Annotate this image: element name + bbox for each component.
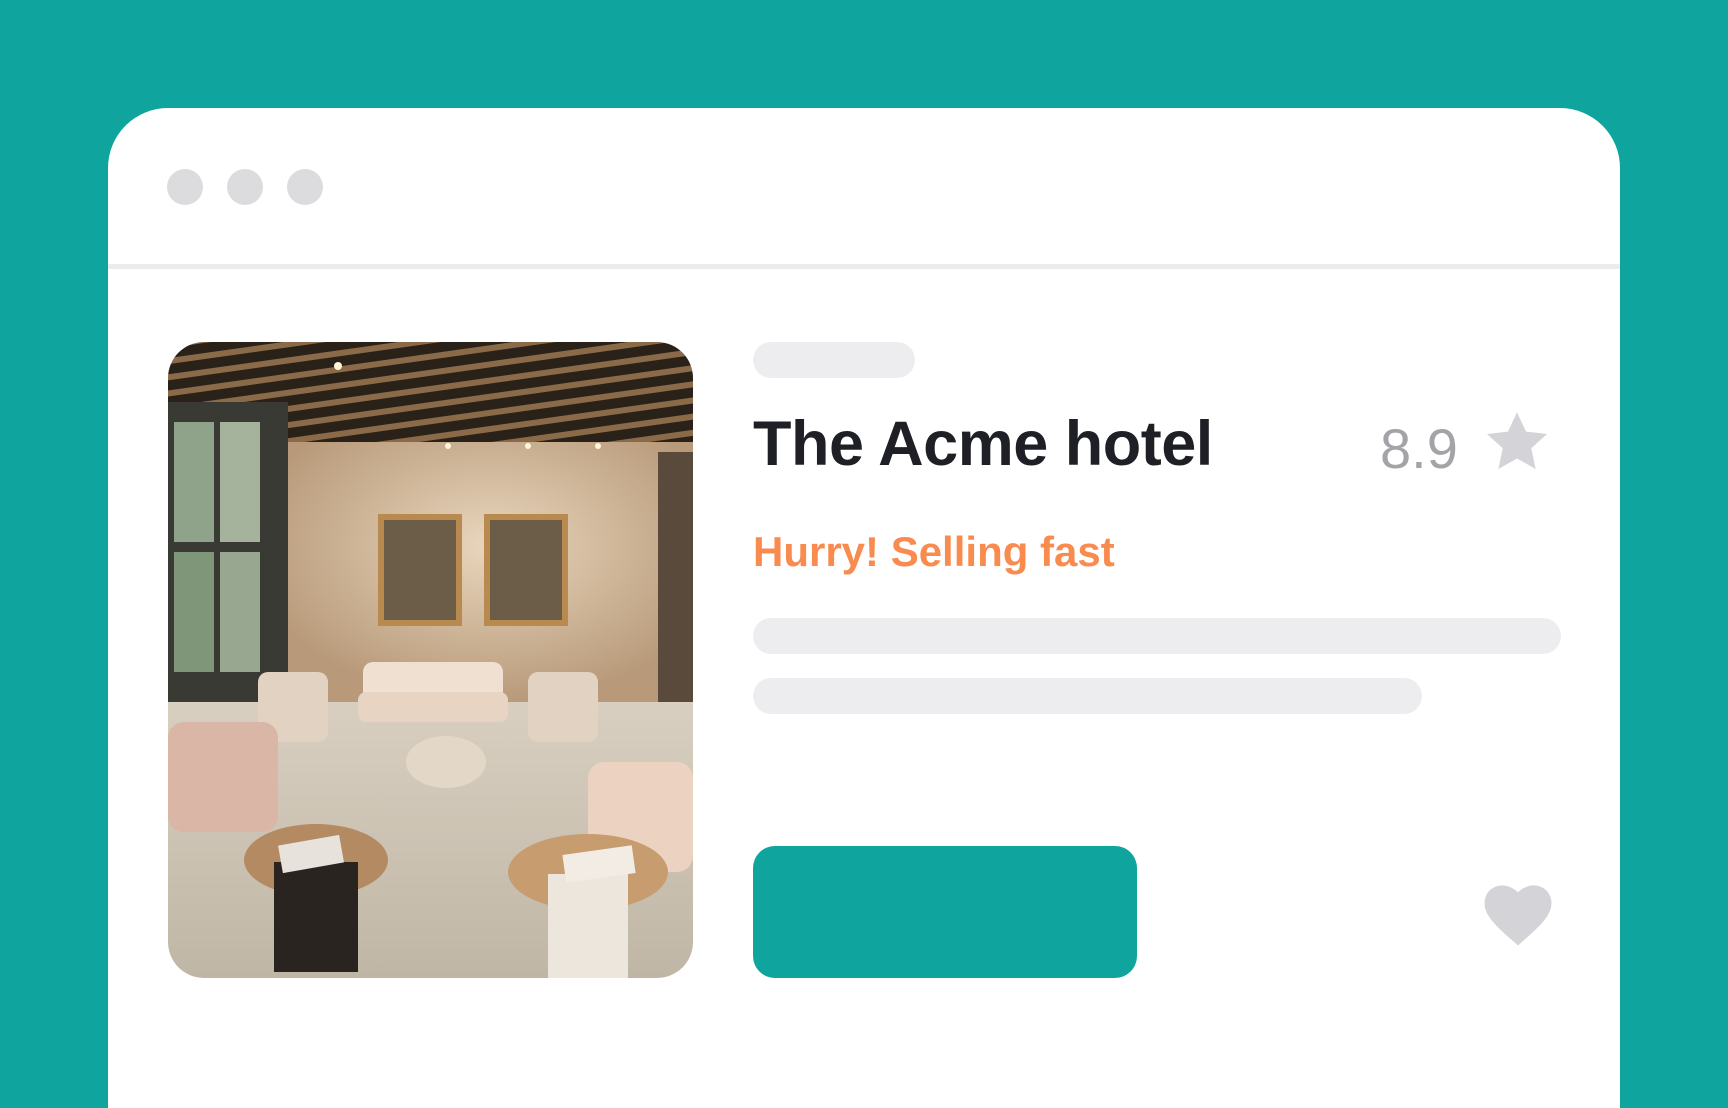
category-placeholder bbox=[753, 342, 915, 378]
heart-icon[interactable] bbox=[1483, 883, 1553, 947]
window-close-dot[interactable] bbox=[167, 169, 203, 205]
window-maximize-dot[interactable] bbox=[287, 169, 323, 205]
urgency-message: Hurry! Selling fast bbox=[753, 528, 1115, 575]
description-placeholder-line bbox=[753, 678, 1422, 714]
book-button[interactable] bbox=[753, 846, 1137, 978]
description-placeholder-line bbox=[753, 618, 1561, 654]
hotel-photo[interactable] bbox=[168, 342, 693, 978]
browser-window: The Acme hotel 8.9 Hurry! Selling fast bbox=[108, 108, 1620, 1108]
hotel-rating: 8.9 bbox=[1380, 417, 1458, 480]
window-minimize-dot[interactable] bbox=[227, 169, 263, 205]
window-titlebar bbox=[108, 108, 1620, 269]
hotel-name: The Acme hotel bbox=[753, 409, 1213, 479]
star-icon[interactable] bbox=[1482, 408, 1552, 478]
